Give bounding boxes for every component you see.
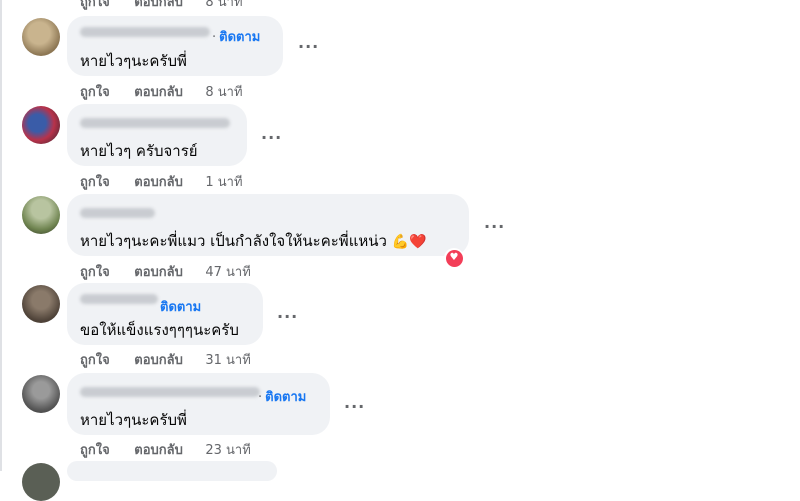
follow-link[interactable]: ติดตาม <box>160 300 201 315</box>
avatar[interactable] <box>22 375 60 413</box>
comment-bubble <box>67 461 277 481</box>
timestamp[interactable]: 47 นาที <box>205 261 250 282</box>
comment-text: หายไวๆนะครับพี่ <box>80 52 187 70</box>
more-options-icon[interactable]: ... <box>277 303 298 322</box>
timestamp[interactable]: 23 นาที <box>205 439 250 460</box>
more-options-icon[interactable]: ... <box>344 393 365 412</box>
reply-link[interactable]: ตอบกลับ <box>134 81 183 102</box>
reply-link[interactable]: ตอบกลับ <box>134 171 183 192</box>
commenter-name[interactable] <box>80 387 260 397</box>
commenter-name[interactable] <box>80 208 155 218</box>
comment-actions: ถูกใจ ตอบกลับ 31 นาที <box>80 349 251 370</box>
avatar[interactable] <box>22 106 60 144</box>
reply-link[interactable]: ตอบกลับ <box>134 439 183 460</box>
avatar[interactable] <box>22 285 60 323</box>
comment-actions: ถูกใจ ตอบกลับ 1 นาที <box>80 171 243 192</box>
reply-link[interactable]: ตอบกลับ <box>134 349 183 370</box>
follow-link[interactable]: ติดตาม <box>219 30 260 45</box>
like-link[interactable]: ถูกใจ <box>80 171 110 192</box>
comment-bubble: หายไวๆนะคะพี่แมว เป็นกำลังใจให้นะคะพี่แห… <box>67 194 469 256</box>
follow-link[interactable]: ติดตาม <box>265 390 306 405</box>
separator-dot: · <box>212 30 217 45</box>
comment-actions: ถูกใจ ตอบกลับ 8 นาที <box>80 81 243 102</box>
comment-bubble: ติดตาม ขอให้แข็งแรงๆๆๆนะครับ <box>67 283 263 345</box>
more-options-icon[interactable]: ... <box>484 213 505 232</box>
reply-link[interactable]: ตอบกลับ <box>134 0 183 12</box>
heart-icon: ♥ <box>445 249 463 267</box>
emoji: 💪❤️ <box>391 234 427 250</box>
follow-area: · ติดตาม <box>258 386 306 407</box>
commenter-name[interactable] <box>80 27 210 37</box>
separator-dot: · <box>258 390 263 405</box>
avatar[interactable] <box>22 18 60 56</box>
heart-reaction-icon[interactable]: ♥ <box>444 248 464 268</box>
like-link[interactable]: ถูกใจ <box>80 261 110 282</box>
timestamp[interactable]: 8 นาที <box>205 81 242 102</box>
follow-area: ติดตาม <box>160 296 201 317</box>
more-options-icon[interactable]: ... <box>298 33 319 52</box>
more-options-icon[interactable]: ... <box>261 124 282 143</box>
timestamp[interactable]: 31 นาที <box>205 349 250 370</box>
left-divider <box>0 0 2 471</box>
avatar[interactable] <box>22 196 60 234</box>
comment-actions: ถูกใจ ตอบกลับ 47 นาที <box>80 261 251 282</box>
comment-text: หายไวๆนะครับพี่ <box>80 411 187 429</box>
follow-area: · ติดตาม <box>212 26 260 47</box>
avatar[interactable] <box>22 463 60 501</box>
like-link[interactable]: ถูกใจ <box>80 0 110 12</box>
comment-text: หายไวๆ ครับจารย์ <box>80 142 198 160</box>
comment-bubble: · ติดตาม หายไวๆนะครับพี่ <box>67 373 330 435</box>
timestamp[interactable]: 1 นาที <box>205 171 242 192</box>
comment-text: ขอให้แข็งแรงๆๆๆนะครับ <box>80 321 239 339</box>
comment-text-content: หายไวๆนะคะพี่แมว เป็นกำลังใจให้นะคะพี่แห… <box>80 232 387 250</box>
comment-text: หายไวๆนะคะพี่แมว เป็นกำลังใจให้นะคะพี่แห… <box>80 229 427 253</box>
commenter-name[interactable] <box>80 118 230 128</box>
like-link[interactable]: ถูกใจ <box>80 349 110 370</box>
comment-actions-partial: ถูกใจ ตอบกลับ 8 นาที <box>80 0 243 12</box>
like-link[interactable]: ถูกใจ <box>80 81 110 102</box>
comment-bubble: · ติดตาม หายไวๆนะครับพี่ <box>67 16 283 76</box>
like-link[interactable]: ถูกใจ <box>80 439 110 460</box>
timestamp[interactable]: 8 นาที <box>205 0 242 12</box>
comment-actions: ถูกใจ ตอบกลับ 23 นาที <box>80 439 251 460</box>
comment-bubble: หายไวๆ ครับจารย์ <box>67 104 247 166</box>
reply-link[interactable]: ตอบกลับ <box>134 261 183 282</box>
commenter-name[interactable] <box>80 294 158 304</box>
